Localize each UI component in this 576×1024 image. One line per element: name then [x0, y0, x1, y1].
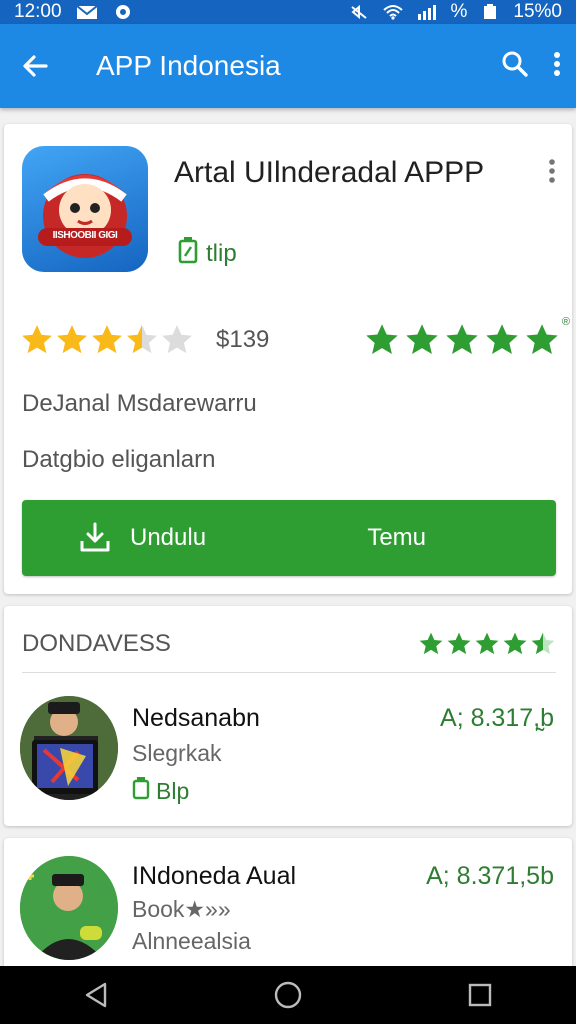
item-name[interactable]: INdoneda Aual	[132, 862, 296, 891]
section-header: DONDAVESS	[22, 624, 556, 664]
install-label: Undulu	[130, 524, 207, 551]
download-icon	[78, 521, 112, 555]
status-bar: 12:00 % 15%0	[0, 0, 576, 24]
storage-icon	[132, 776, 150, 806]
star-icon	[92, 325, 122, 354]
open-label[interactable]: Temu	[367, 524, 426, 552]
item-name[interactable]: Nedsanabn	[132, 704, 260, 733]
app-bar-title: APP Indonesia	[96, 50, 281, 81]
star-icon	[531, 632, 555, 655]
section-stars	[418, 631, 556, 657]
rating-stars	[20, 323, 194, 357]
avatar[interactable]	[20, 696, 118, 800]
navigation-bar	[0, 966, 576, 1024]
app-size-text: tlip	[206, 239, 237, 267]
search-icon[interactable]	[500, 49, 530, 84]
star-icon	[57, 325, 87, 354]
developer-name: DeJanal Msdarewarru	[22, 390, 257, 417]
app-detail-card: IISHOOBII GIGI Artal UIlnderadal APPP tl…	[4, 124, 572, 594]
divider	[22, 672, 556, 673]
item-subtitle-2: Alnneealsia	[132, 928, 251, 954]
more-vert-icon[interactable]	[548, 158, 556, 189]
clock: 12:00	[14, 1, 62, 22]
notification-icon	[112, 4, 134, 20]
item-subtitle: Slegrkak	[132, 740, 222, 766]
mute-icon	[348, 4, 370, 20]
avatar[interactable]	[20, 856, 118, 960]
signal-icon	[416, 4, 438, 20]
star-icon	[446, 324, 478, 354]
mail-icon	[75, 4, 98, 20]
more-vert-icon[interactable]	[552, 49, 562, 84]
item-subtitle: Book★»»	[132, 896, 231, 922]
related-apps-card: DONDAVESS Nedsanabn A; 8.317,̰b Slegrkak…	[4, 606, 572, 826]
star-icon	[127, 325, 157, 354]
app-size: tlip	[178, 236, 237, 271]
app-bar: APP Indonesia	[0, 24, 576, 108]
home-circle-icon[interactable]	[248, 966, 328, 1024]
battery-text: 15%0	[513, 1, 562, 22]
install-button[interactable]: Undulu Temu	[22, 500, 556, 576]
item-price: A; 8.317,̰b	[440, 704, 554, 732]
app-icon[interactable]: IISHOOBII GIGI	[22, 146, 148, 272]
back-arrow-icon[interactable]	[0, 24, 70, 108]
star-icon	[526, 324, 558, 354]
star-icon	[486, 324, 518, 354]
item-size-text: Blp	[156, 777, 190, 804]
app-price: $139	[216, 326, 270, 353]
wifi-icon	[382, 4, 404, 20]
star-icon	[475, 632, 499, 655]
item-price: A; 8.371,5b	[426, 862, 554, 890]
star-icon	[162, 325, 192, 354]
section-title: DONDAVESS	[22, 630, 171, 657]
rating-row: $139 ®	[20, 316, 570, 360]
green-rating-stars: ®	[364, 316, 570, 358]
registered-icon: ®	[561, 316, 570, 328]
star-icon	[366, 324, 398, 354]
battery-icon	[479, 4, 501, 20]
star-icon	[22, 325, 52, 354]
list-item-card: INdoneda Aual A; 8.371,5b Book★»» Alnnee…	[4, 838, 572, 978]
storage-icon	[178, 236, 198, 271]
star-icon	[406, 324, 438, 354]
app-category: Datgbio eliganlarn	[22, 446, 216, 473]
app-title: Artal UIlnderadal APPP	[174, 156, 485, 189]
star-icon	[419, 632, 443, 655]
percent-glyph: %	[450, 1, 468, 22]
star-icon	[503, 632, 527, 655]
star-icon	[447, 632, 471, 655]
app-icon-text: IISHOOBII GIGI	[52, 230, 118, 241]
recents-square-icon[interactable]	[440, 966, 520, 1024]
item-size: Blp	[132, 776, 189, 806]
back-triangle-icon[interactable]	[56, 966, 136, 1024]
